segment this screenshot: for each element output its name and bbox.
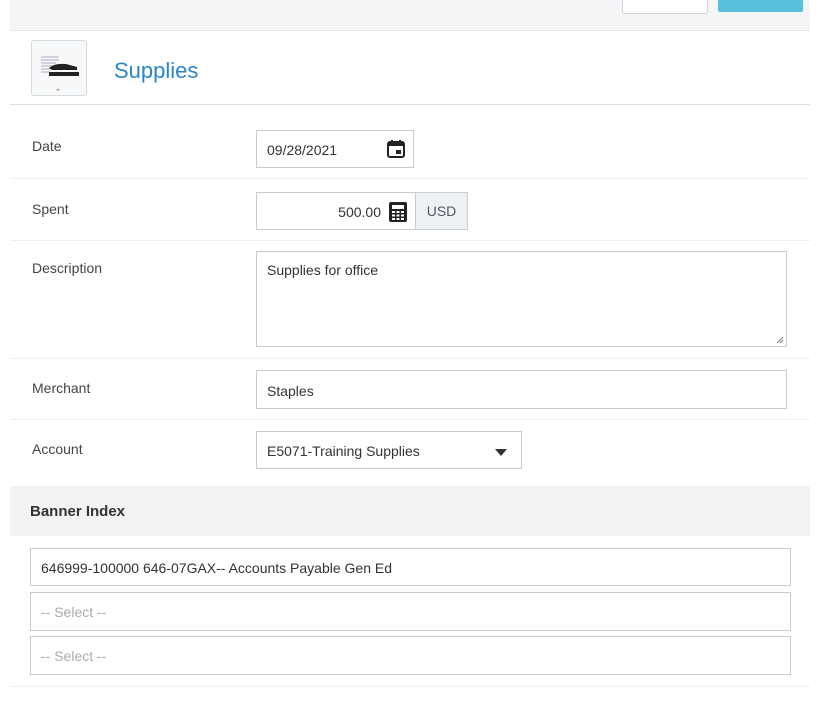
banner-index-placeholder-2: -- Select -- bbox=[41, 604, 107, 620]
description-row: Description Supplies for office bbox=[10, 241, 810, 359]
toolbar-secondary-button[interactable] bbox=[622, 0, 708, 14]
banner-index-value-1: 646999-100000 646-07GAX-- Accounts Payab… bbox=[41, 560, 393, 576]
date-row: Date 09/28/2021 bbox=[10, 118, 810, 179]
account-label: Account bbox=[32, 441, 83, 457]
description-textarea[interactable]: Supplies for office bbox=[256, 251, 787, 347]
expense-header: Supplies bbox=[10, 31, 810, 105]
stapler-icon bbox=[41, 56, 79, 91]
description-value: Supplies for office bbox=[267, 262, 379, 278]
calendar-icon[interactable] bbox=[387, 140, 405, 161]
account-select[interactable]: E5071-Training Supplies bbox=[256, 431, 522, 469]
spent-value: 500.00 bbox=[338, 204, 381, 220]
merchant-label: Merchant bbox=[32, 380, 91, 396]
banner-index-select-1[interactable]: 646999-100000 646-07GAX-- Accounts Payab… bbox=[30, 548, 791, 586]
spent-label: Spent bbox=[32, 201, 69, 217]
banner-index-placeholder-3: -- Select -- bbox=[41, 648, 107, 664]
chevron-down-icon bbox=[495, 449, 507, 456]
spent-row: Spent 500.00 USD bbox=[10, 179, 810, 241]
page-title: Supplies bbox=[114, 58, 199, 83]
account-value: E5071-Training Supplies bbox=[267, 443, 420, 459]
date-label: Date bbox=[32, 138, 62, 154]
merchant-input[interactable]: Staples bbox=[256, 370, 787, 409]
spent-amount-field[interactable]: 500.00 bbox=[256, 192, 416, 230]
top-toolbar bbox=[10, 0, 810, 31]
category-icon-button[interactable] bbox=[31, 40, 87, 96]
banner-index-select-2[interactable]: -- Select -- bbox=[30, 592, 791, 631]
account-row: Account E5071-Training Supplies bbox=[10, 420, 810, 483]
divider bbox=[10, 686, 810, 687]
banner-index-section-header: Banner Index bbox=[10, 486, 810, 536]
banner-index-title: Banner Index bbox=[30, 503, 126, 520]
currency-badge: USD bbox=[416, 192, 468, 230]
description-label: Description bbox=[32, 260, 103, 276]
calculator-icon[interactable] bbox=[389, 202, 407, 225]
date-field[interactable]: 09/28/2021 bbox=[256, 130, 414, 168]
banner-index-select-3[interactable]: -- Select -- bbox=[30, 636, 791, 675]
toolbar-primary-button[interactable] bbox=[718, 0, 803, 12]
merchant-row: Merchant Staples bbox=[10, 359, 810, 420]
resize-handle-icon[interactable] bbox=[776, 336, 784, 344]
merchant-value: Staples bbox=[267, 383, 314, 399]
date-value: 09/28/2021 bbox=[267, 142, 338, 158]
expense-form-page: Supplies Date 09/28/2021 Spent 500.00 US… bbox=[10, 0, 810, 704]
